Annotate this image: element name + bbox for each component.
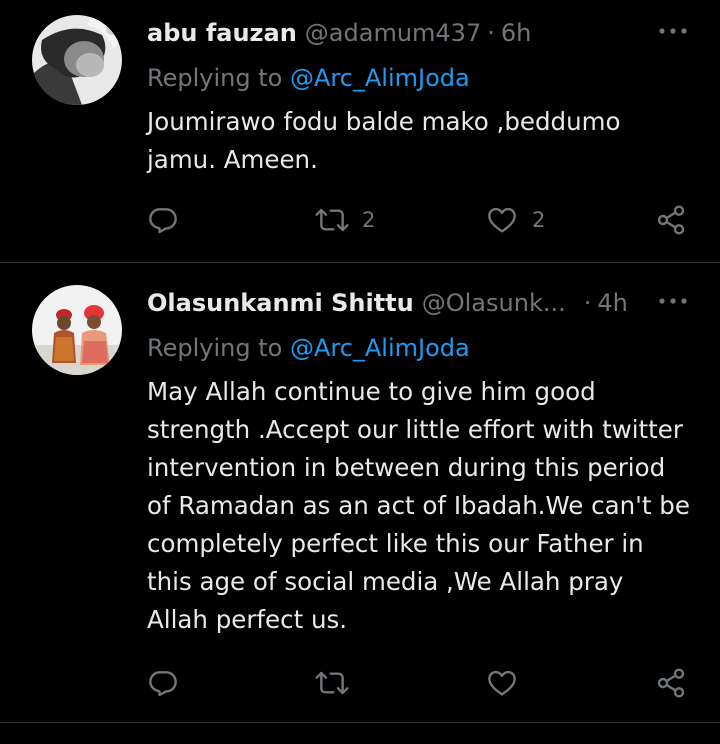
retweet-icon [315, 671, 349, 695]
timeline: abu fauzan @adamum437 · 6h Replying to @… [0, 0, 720, 744]
like-button[interactable]: 2 [486, 200, 545, 240]
tweet-header: Olasunkanmi Shittu @Olasunk... · 4h [147, 283, 690, 323]
share-button[interactable] [655, 200, 687, 240]
heart-icon [488, 207, 516, 233]
tweet-header: abu fauzan @adamum437 · 6h [147, 13, 690, 53]
separator-dot: · [487, 19, 495, 47]
tweet-text: May Allah continue to give him good stre… [147, 377, 690, 634]
more-icon[interactable] [656, 19, 690, 43]
tweet-text: Joumirawo fodu balde mako ,beddumo jamu.… [147, 107, 621, 174]
reply-button[interactable] [147, 663, 193, 703]
like-button[interactable] [486, 663, 532, 703]
divider [0, 722, 720, 723]
replying-to: Replying to @Arc_AlimJoda [147, 334, 470, 362]
display-name[interactable]: Olasunkanmi Shittu [147, 289, 414, 317]
avatar-photo [32, 285, 122, 375]
replying-to-label: Replying to [147, 334, 290, 362]
tweet[interactable]: Olasunkanmi Shittu @Olasunk... · 4h Repl… [0, 263, 720, 723]
heart-icon [488, 670, 516, 696]
mention-link[interactable]: @Arc_AlimJoda [290, 64, 470, 92]
timestamp[interactable]: 4h [597, 289, 627, 317]
tweet-actions: 2 2 [0, 200, 720, 240]
tweet[interactable]: abu fauzan @adamum437 · 6h Replying to @… [0, 0, 720, 262]
retweet-icon [315, 208, 349, 232]
retweet-button[interactable]: 2 [314, 200, 375, 240]
replying-to: Replying to @Arc_AlimJoda [147, 64, 470, 92]
mention-link[interactable]: @Arc_AlimJoda [290, 334, 470, 362]
separator-dot: · [583, 289, 592, 317]
timestamp[interactable]: 6h [501, 19, 531, 47]
avatar[interactable] [32, 285, 122, 375]
replying-to-label: Replying to [147, 64, 290, 92]
share-icon [657, 668, 685, 698]
share-icon [657, 205, 685, 235]
avatar[interactable] [32, 15, 122, 105]
user-handle[interactable]: @Olasunk... [422, 289, 566, 317]
reply-icon [149, 671, 177, 697]
avatar-photo [32, 15, 122, 105]
reply-icon [149, 208, 177, 234]
display-name[interactable]: abu fauzan [147, 19, 297, 47]
more-icon[interactable] [656, 289, 690, 313]
user-handle[interactable]: @adamum437 [305, 19, 481, 47]
retweet-count: 2 [362, 208, 376, 232]
tweet-actions [0, 663, 720, 703]
like-count: 2 [532, 208, 546, 232]
reply-button[interactable] [147, 200, 193, 240]
retweet-button[interactable] [314, 663, 364, 703]
share-button[interactable] [655, 663, 687, 703]
